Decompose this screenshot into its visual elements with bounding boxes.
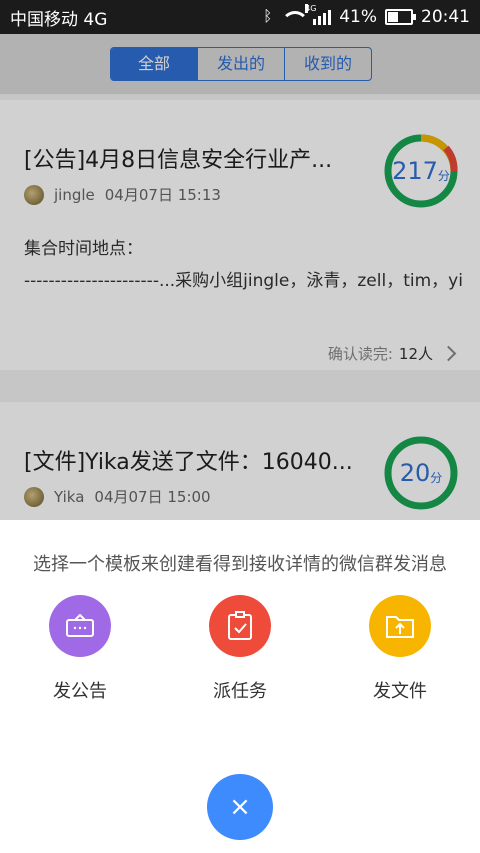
wifi-icon — [283, 9, 306, 25]
bluetooth-icon — [263, 7, 275, 25]
close-icon: × — [229, 792, 251, 822]
file-upload-icon — [369, 595, 431, 657]
status-bar: 中国移动 4G 4G 41% 20:41 — [0, 0, 480, 34]
announce-option[interactable]: 发公告 — [20, 595, 140, 703]
carrier-label: 中国移动 4G — [10, 9, 108, 30]
status-icons: 4G 41% 20:41 — [263, 4, 470, 27]
clock: 20:41 — [421, 7, 470, 27]
battery-percent: 41% — [339, 7, 377, 27]
announce-label: 发公告 — [53, 681, 107, 702]
template-sheet: 选择一个模板来创建看得到接收详情的微信群发消息 发公告 派任务 发文件 × — [0, 520, 480, 853]
file-option[interactable]: 发文件 — [340, 595, 460, 703]
sheet-hint: 选择一个模板来创建看得到接收详情的微信群发消息 — [33, 554, 447, 575]
modal-overlay[interactable] — [0, 34, 480, 520]
task-icon — [209, 595, 271, 657]
task-option[interactable]: 派任务 — [180, 595, 300, 703]
battery-icon — [385, 9, 416, 25]
announcement-icon — [49, 595, 111, 657]
file-label: 发文件 — [373, 681, 427, 702]
close-button[interactable]: × — [207, 774, 273, 840]
signal-icon: 4G — [305, 4, 332, 25]
task-label: 派任务 — [213, 681, 267, 702]
